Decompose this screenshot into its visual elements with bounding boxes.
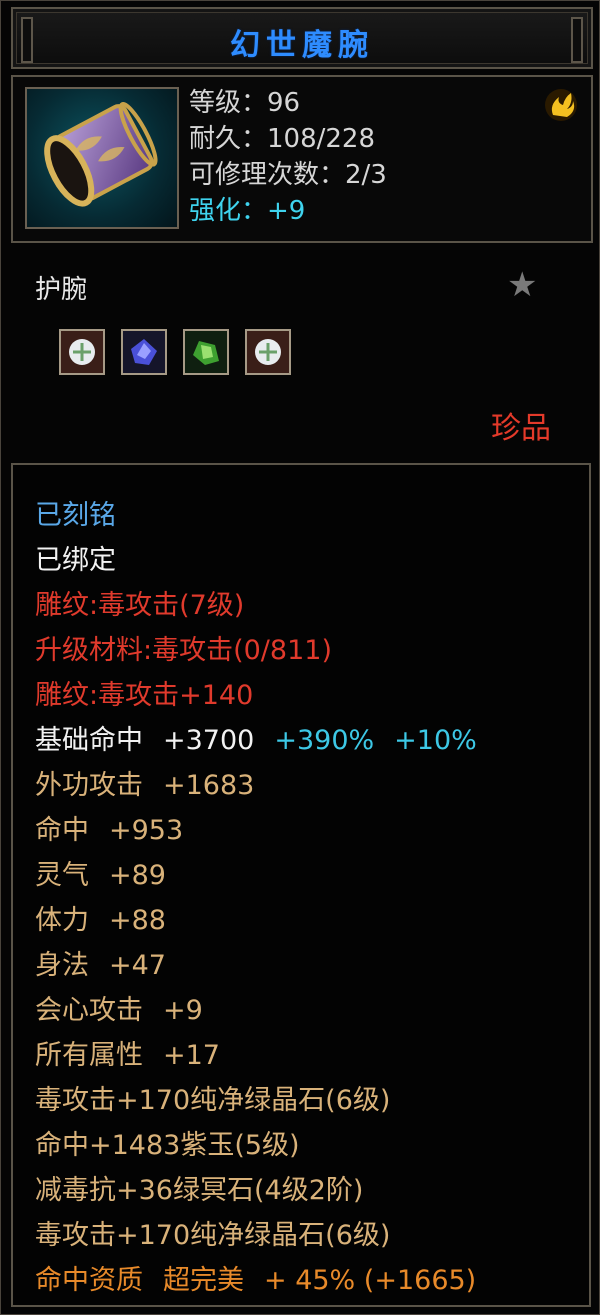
gem-bonus-line: 命中+1483紫玉(5级) xyxy=(35,1130,300,1161)
attr-row: 身法 +47 xyxy=(35,943,477,988)
gem-bonus-line: 毒攻击+170纯净绿晶石(6级) xyxy=(35,1220,391,1251)
item-type-section: 护腕 ★ 珍品 xyxy=(11,249,589,459)
attr-row: 会心攻击 +9 xyxy=(35,988,477,1033)
aptitude-row: 命中资质 超完美 + 45% (+1665) xyxy=(35,1258,477,1303)
attr-name: 体力 xyxy=(35,905,89,936)
item-icon[interactable] xyxy=(25,87,179,229)
attr-value: +89 xyxy=(109,860,166,891)
attr-row: 体力 +88 xyxy=(35,898,477,943)
socket-gem-white-icon[interactable] xyxy=(245,329,291,375)
attr-row: 所有属性 +17 xyxy=(35,1033,477,1078)
gem-bonus-line: 毒攻击+170纯净绿晶石(6级) xyxy=(35,1085,391,1116)
attr-name: 命中 xyxy=(35,815,89,846)
attr-name: 外功攻击 xyxy=(35,770,143,801)
bound-status: 已绑定 xyxy=(35,545,116,576)
item-name: 幻世魔腕 xyxy=(230,28,374,63)
level-text: 等级：96 xyxy=(189,88,301,118)
aptitude-grade: 超完美 xyxy=(163,1265,244,1296)
attr-value: +9 xyxy=(163,995,203,1026)
enhance-text: 强化：+9 xyxy=(189,196,306,226)
attr-row: 灵气 +89 xyxy=(35,853,477,898)
bracer-icon xyxy=(44,102,158,207)
engraved-status: 已刻铭 xyxy=(35,500,116,531)
rank-flame-icon xyxy=(545,89,577,121)
attr-name: 所有属性 xyxy=(35,1040,143,1071)
favorite-star-icon[interactable]: ★ xyxy=(507,265,537,305)
aptitude-value: + 45% (+1665) xyxy=(264,1265,477,1296)
item-stats: 等级：96 耐久：108/228 可修理次数：2/3 强化：+9 xyxy=(189,85,387,229)
socket-gem-purple-icon[interactable] xyxy=(121,329,167,375)
attr-row: 外功攻击 +1683 xyxy=(35,763,477,808)
aptitude-name: 命中资质 xyxy=(35,1265,143,1296)
attributes-panel: 已刻铭 已绑定 雕纹:毒攻击(7级) 升级材料:毒攻击(0/811) 雕纹:毒攻… xyxy=(11,463,591,1307)
gem-bonus-line: 减毒抗+36绿冥石(4级2阶) xyxy=(35,1175,364,1206)
item-type-label: 护腕 xyxy=(35,275,88,305)
quality-label: 珍品 xyxy=(491,411,551,446)
attr-percent-bonus: +10% xyxy=(394,725,477,756)
attr-name: 身法 xyxy=(35,950,89,981)
socket-gem-green-icon[interactable] xyxy=(183,329,229,375)
attr-value: +47 xyxy=(109,950,166,981)
durability-text: 耐久：108/228 xyxy=(189,124,376,154)
item-tooltip: 幻世魔腕 等级：96 耐久：108/228 可修理次数：2/3 强化：+9 护腕… xyxy=(0,0,600,1315)
title-bar: 幻世魔腕 xyxy=(11,7,593,69)
attr-row: 命中 +953 xyxy=(35,808,477,853)
socket-gem-white-icon[interactable] xyxy=(59,329,105,375)
attr-percent-bonus: +390% xyxy=(274,725,375,756)
attr-value: +953 xyxy=(109,815,184,846)
attr-value: +1683 xyxy=(163,770,255,801)
repair-count-text: 可修理次数：2/3 xyxy=(189,160,387,190)
attribute-list: 已刻铭 已绑定 雕纹:毒攻击(7级) 升级材料:毒攻击(0/811) 雕纹:毒攻… xyxy=(35,493,477,1303)
upgrade-material-line: 升级材料:毒攻击(0/811) xyxy=(35,635,332,666)
attr-name: 灵气 xyxy=(35,860,89,891)
attr-name: 基础命中 xyxy=(35,725,143,756)
carving-bonus-line: 雕纹:毒攻击+140 xyxy=(35,680,254,711)
attr-value: +88 xyxy=(109,905,166,936)
base-hit-row: 基础命中 +3700 +390% +10% xyxy=(35,718,477,763)
item-header: 等级：96 耐久：108/228 可修理次数：2/3 强化：+9 xyxy=(11,75,593,243)
attr-name: 会心攻击 xyxy=(35,995,143,1026)
carving-line: 雕纹:毒攻击(7级) xyxy=(35,590,245,621)
attr-value: +17 xyxy=(163,1040,220,1071)
attr-value: +3700 xyxy=(163,725,255,756)
